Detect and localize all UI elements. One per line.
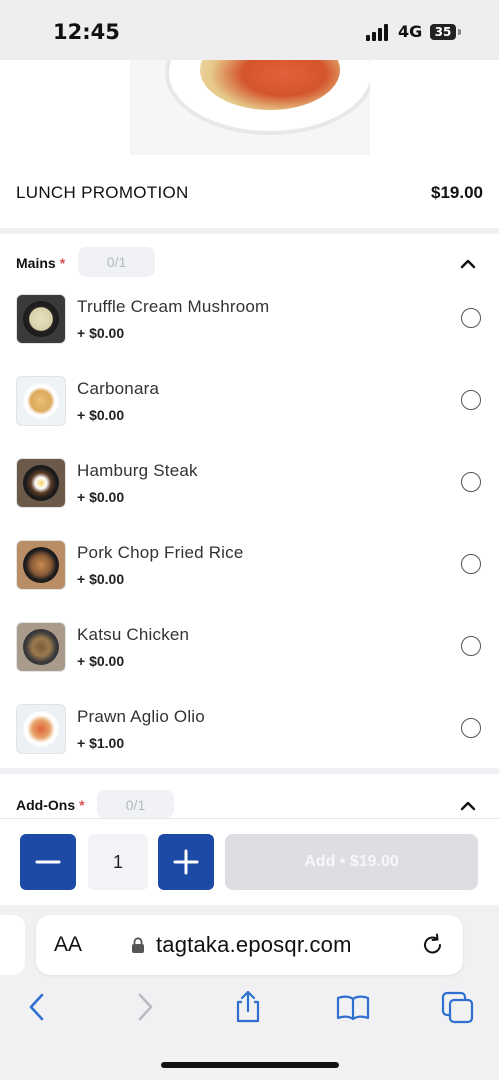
addons-selection-counter: 0/1 xyxy=(97,790,174,818)
mains-option[interactable]: Truffle Cream Mushroom + $0.00 xyxy=(0,294,499,376)
signal-icon xyxy=(366,24,390,41)
tabs-icon[interactable] xyxy=(441,990,475,1024)
option-name: Pork Chop Fried Rice xyxy=(77,543,244,562)
option-radio[interactable] xyxy=(461,636,481,656)
chevron-up-icon[interactable] xyxy=(458,798,478,812)
option-price: + $0.00 xyxy=(77,571,125,587)
option-price: + $0.00 xyxy=(77,325,125,341)
mains-selection-counter: 0/1 xyxy=(78,247,155,277)
reload-icon[interactable] xyxy=(420,932,446,958)
back-icon[interactable] xyxy=(20,990,54,1024)
section-divider xyxy=(0,768,499,774)
mains-section-title: Mains * xyxy=(16,255,66,271)
mains-option[interactable]: Pork Chop Fried Rice + $0.00 xyxy=(0,540,499,622)
section-divider xyxy=(0,228,499,234)
option-price: + $0.00 xyxy=(77,489,125,505)
cart-action-bar: 1 Add • $19.00 xyxy=(0,818,499,906)
addons-section-title: Add-Ons * xyxy=(16,797,85,813)
network-type: 4G xyxy=(398,22,423,41)
option-radio[interactable] xyxy=(461,554,481,574)
battery-icon: 35 xyxy=(430,24,456,40)
dish-thumbnail xyxy=(16,540,66,590)
battery-cap xyxy=(458,29,461,35)
option-name: Hamburg Steak xyxy=(77,461,198,480)
url-text[interactable]: tagtaka.eposqr.com xyxy=(156,932,352,958)
dish-thumbnail xyxy=(16,458,66,508)
share-icon[interactable] xyxy=(231,990,265,1024)
product-title: LUNCH PROMOTION xyxy=(16,183,189,202)
option-radio[interactable] xyxy=(461,472,481,492)
option-price: + $0.00 xyxy=(77,407,125,423)
status-bar: 12:45 4G 35 xyxy=(0,0,499,60)
browser-toolbar: AA tagtaka.eposqr.com xyxy=(0,905,499,1080)
mains-option[interactable]: Katsu Chicken + $0.00 xyxy=(0,622,499,704)
option-price: + $1.00 xyxy=(77,735,125,751)
minus-icon xyxy=(35,860,61,864)
bookmarks-icon[interactable] xyxy=(336,990,370,1024)
product-price: $19.00 xyxy=(431,183,483,202)
product-image xyxy=(130,60,370,155)
option-name: Truffle Cream Mushroom xyxy=(77,297,270,316)
lock-icon xyxy=(132,937,144,953)
add-to-cart-button[interactable]: Add • $19.00 xyxy=(225,834,478,890)
option-radio[interactable] xyxy=(461,308,481,328)
forward-icon[interactable] xyxy=(128,990,162,1024)
required-mark: * xyxy=(59,255,66,271)
option-name: Carbonara xyxy=(77,379,160,398)
option-price: + $0.00 xyxy=(77,653,125,669)
previous-tab-peek[interactable] xyxy=(0,915,25,975)
option-name: Katsu Chicken xyxy=(77,625,190,644)
mains-option[interactable]: Carbonara + $0.00 xyxy=(0,376,499,458)
plus-icon xyxy=(173,849,199,875)
address-bar[interactable]: AA tagtaka.eposqr.com xyxy=(36,915,463,975)
increase-quantity-button[interactable] xyxy=(158,834,214,890)
dish-thumbnail xyxy=(16,294,66,344)
quantity-value[interactable]: 1 xyxy=(88,834,148,890)
option-radio[interactable] xyxy=(461,718,481,738)
dish-thumbnail xyxy=(16,376,66,426)
dish-thumbnail xyxy=(16,622,66,672)
option-radio[interactable] xyxy=(461,390,481,410)
required-mark: * xyxy=(79,797,85,813)
option-name: Prawn Aglio Olio xyxy=(77,707,205,726)
home-indicator xyxy=(161,1062,339,1068)
dish-thumbnail xyxy=(16,704,66,754)
text-size-button[interactable]: AA xyxy=(54,933,82,957)
decrease-quantity-button[interactable] xyxy=(20,834,76,890)
status-time: 12:45 xyxy=(53,20,120,44)
chevron-up-icon[interactable] xyxy=(458,256,478,270)
mains-option[interactable]: Hamburg Steak + $0.00 xyxy=(0,458,499,540)
